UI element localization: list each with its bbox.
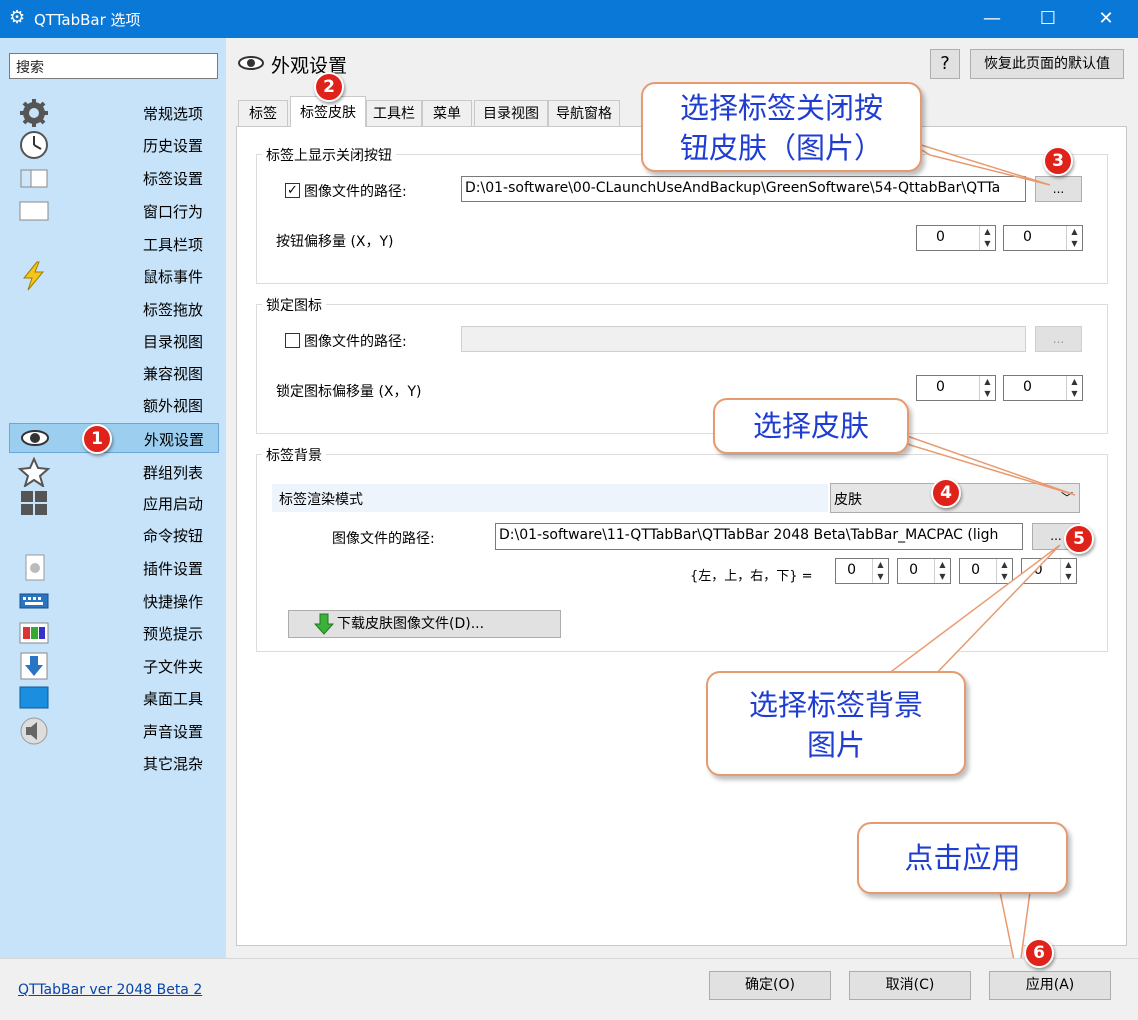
- callout-text: 选择标签关闭按: [679, 91, 883, 125]
- step-badge-2: 2: [314, 72, 344, 102]
- callout-click-apply: 点击应用: [857, 822, 1068, 894]
- apply-button[interactable]: 应用(A): [989, 971, 1111, 1000]
- callout-text: 钮皮肤（图片）: [679, 131, 883, 165]
- callout-select-skin: 选择皮肤: [713, 398, 909, 454]
- step-badge-1: 1: [82, 424, 112, 454]
- ok-button[interactable]: 确定(O): [709, 971, 831, 1000]
- step-badge-3: 3: [1043, 146, 1073, 176]
- version-link[interactable]: QTTabBar ver 2048 Beta 2: [18, 982, 202, 998]
- callout-text: 图片: [806, 728, 865, 762]
- cancel-button[interactable]: 取消(C): [849, 971, 971, 1000]
- step-badge-4: 4: [931, 478, 961, 508]
- callout-text: 选择标签背景: [748, 688, 923, 722]
- step-badge-5: 5: [1064, 524, 1094, 554]
- callout-close-button-skin: 选择标签关闭按 钮皮肤（图片）: [641, 82, 922, 172]
- step-badge-6: 6: [1024, 938, 1054, 968]
- callout-tab-background: 选择标签背景 图片: [706, 671, 966, 776]
